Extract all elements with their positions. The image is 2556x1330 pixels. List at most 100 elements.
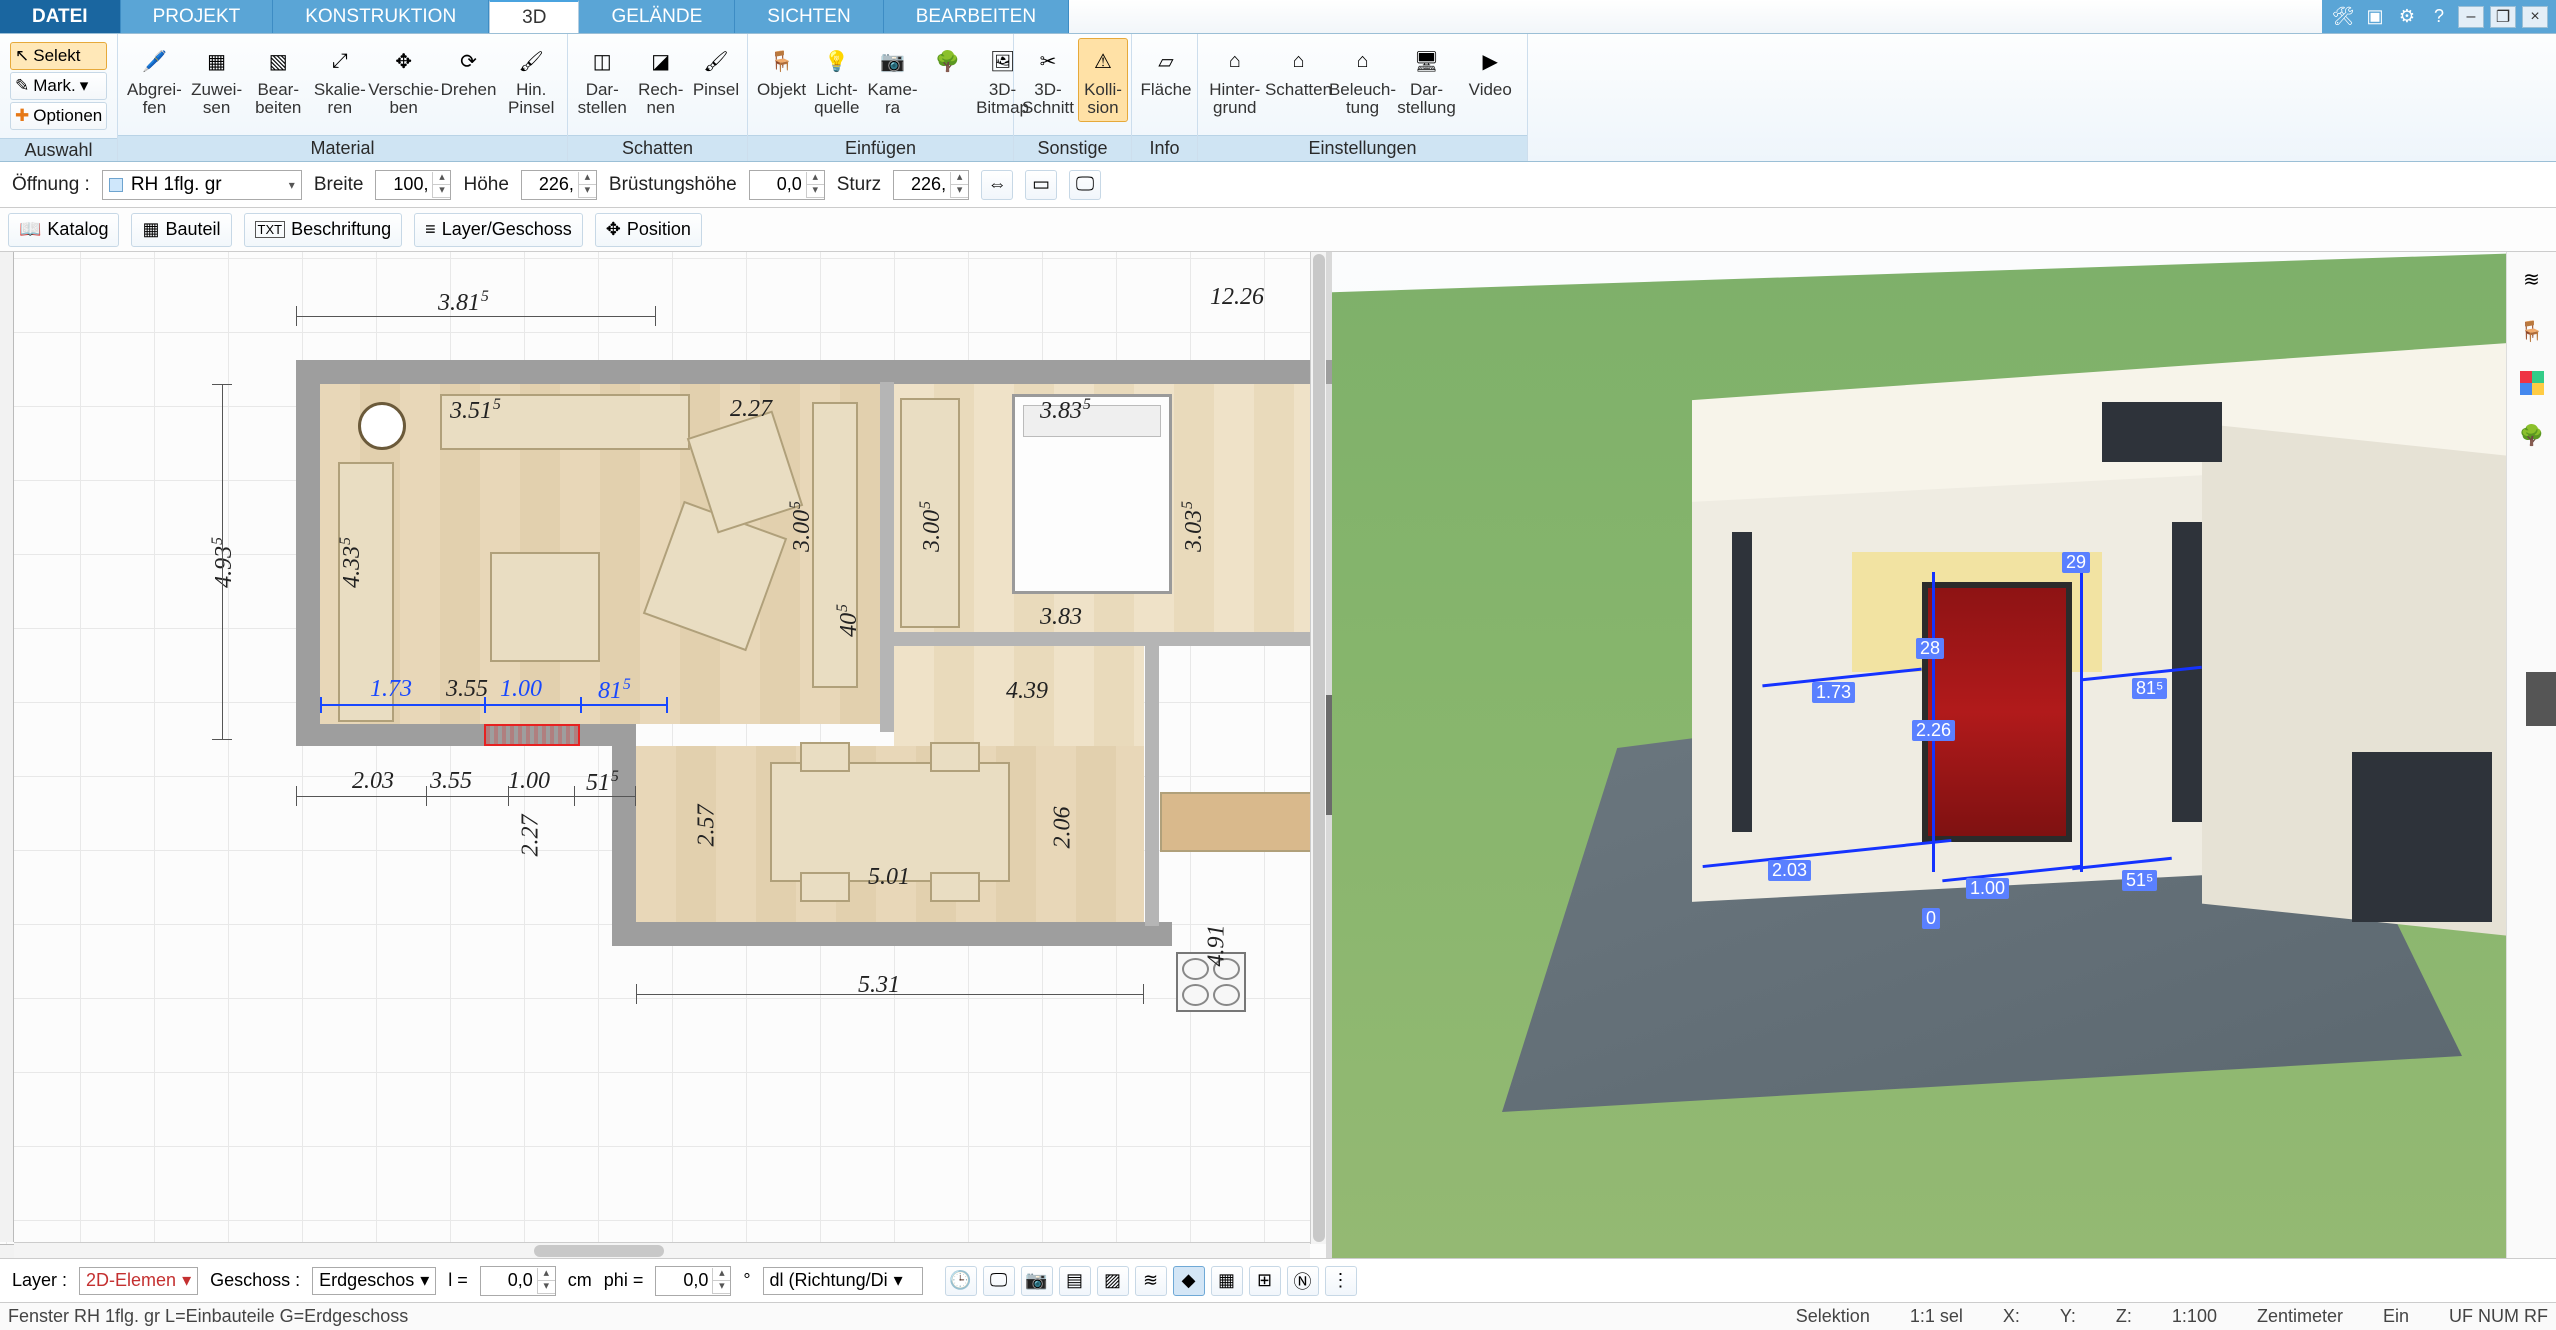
wire-icon[interactable]: ▦ xyxy=(1211,1266,1243,1296)
tab-datei[interactable]: DATEI xyxy=(0,0,121,33)
tools-icon[interactable]: 🛠 xyxy=(2330,4,2356,30)
material-drehen[interactable]: ⟳Drehen xyxy=(438,38,500,104)
stack-icon[interactable]: ▤ xyxy=(1059,1266,1091,1296)
clock-icon[interactable]: 🕒 xyxy=(945,1266,977,1296)
tab-sichten[interactable]: SICHTEN xyxy=(735,0,883,33)
monitor-icon[interactable]: 🖵 xyxy=(983,1266,1015,1296)
position-button[interactable]: ✥Position xyxy=(595,213,702,247)
box-icon[interactable]: ▣ xyxy=(2362,4,2388,30)
dl-select[interactable]: dl (Richtung/Di▾ xyxy=(763,1267,923,1295)
scrollbar-vertical[interactable] xyxy=(1310,252,1326,1244)
mirror-h-button[interactable]: ⇔ xyxy=(981,170,1013,200)
info-flaeche[interactable]: ▱Fläche xyxy=(1138,38,1194,104)
tab-projekt[interactable]: PROJEKT xyxy=(121,0,274,33)
right-slide-tab[interactable] xyxy=(2526,672,2556,726)
settings-beleuchtung[interactable]: ⌂Beleuch- tung xyxy=(1332,38,1394,122)
options-button[interactable]: ✚Optionen xyxy=(10,102,107,130)
shadow-pinsel[interactable]: 🖌Pinsel xyxy=(691,38,741,104)
selected-door[interactable] xyxy=(484,724,580,746)
phi-input[interactable] xyxy=(656,1268,712,1294)
insert-lichtquelle[interactable]: 💡Licht- quelle xyxy=(811,38,862,122)
layer-geschoss-button[interactable]: ≡Layer/Geschoss xyxy=(414,213,583,247)
insert-kamera[interactable]: 📷Kame- ra xyxy=(865,38,921,122)
breite-input[interactable] xyxy=(376,172,432,198)
dim-1-73: 1.73 xyxy=(370,676,412,703)
colors-panel-icon[interactable] xyxy=(2515,366,2549,400)
phi-spin[interactable]: ▴▾ xyxy=(655,1266,731,1296)
sonstige-3dschnitt[interactable]: ✂3D- Schnitt xyxy=(1020,38,1076,122)
material-abgreifen[interactable]: 🖊️Abgrei- fen xyxy=(124,38,185,122)
title-right-icons: 🛠 ▣ ⚙ ? – ❐ × xyxy=(2322,0,2556,33)
material-bearbeiten[interactable]: ▧Bear- beiten xyxy=(248,38,308,122)
north-icon[interactable]: Ⓝ xyxy=(1287,1266,1319,1296)
camera2-icon[interactable]: 📷 xyxy=(1021,1266,1053,1296)
view-3d-pane[interactable]: 2.03 1.00 51⁵ 1.73 81⁵ 2.26 29 28 0 ≋ 🪑 … xyxy=(1332,252,2556,1258)
material-zuweisen[interactable]: ▦Zuwei- sen xyxy=(187,38,247,122)
plan-2d-pane[interactable]: 3.81 12.26 xyxy=(0,252,1332,1258)
window-restore[interactable]: ❐ xyxy=(2490,6,2516,28)
insert-objekt[interactable]: 🪑Objekt xyxy=(754,38,809,104)
help-icon[interactable]: ? xyxy=(2426,4,2452,30)
geschoss-select[interactable]: Erdgeschos▾ xyxy=(312,1267,436,1295)
hatch-icon[interactable]: ▨ xyxy=(1097,1266,1129,1296)
tab-3d[interactable]: 3D xyxy=(489,0,579,33)
bruestung-spin[interactable]: ▴▾ xyxy=(749,170,825,200)
chair xyxy=(930,872,980,902)
settings-schatten[interactable]: ⌂Schatten xyxy=(1268,38,1330,104)
katalog-button[interactable]: 📖Katalog xyxy=(8,213,119,247)
settings-video[interactable]: ▶Video xyxy=(1460,38,1522,104)
material-skalieren[interactable]: ⤢Skalie- ren xyxy=(310,38,370,122)
gear-icon[interactable]: ⚙ xyxy=(2394,4,2420,30)
material-verschieben[interactable]: ✥Verschie- ben xyxy=(372,38,436,122)
select-button[interactable]: ↖Selekt xyxy=(10,42,107,70)
tree-icon: 🌳 xyxy=(926,43,970,79)
more-icon[interactable]: ⋮ xyxy=(1325,1266,1357,1296)
l-spin[interactable]: ▴▾ xyxy=(480,1266,556,1296)
oeffnung-combo[interactable]: RH 1flg. gr▾ xyxy=(102,170,302,200)
tab-gelaende[interactable]: GELÄNDE xyxy=(579,0,735,33)
bruestung-input[interactable] xyxy=(750,172,806,198)
layers2-icon[interactable]: ≋ xyxy=(1135,1266,1167,1296)
furniture-panel-icon[interactable]: 🪑 xyxy=(2515,314,2549,348)
material-hinpinsel[interactable]: 🖌Hin. Pinsel xyxy=(501,38,561,122)
bauteil-button[interactable]: ▦Bauteil xyxy=(131,213,231,247)
sturz-spin[interactable]: ▴▾ xyxy=(893,170,969,200)
breite-spin[interactable]: ▴▾ xyxy=(375,170,451,200)
grid-icon[interactable]: ⊞ xyxy=(1249,1266,1281,1296)
tree-panel-icon[interactable]: 🌳 xyxy=(2515,418,2549,452)
settings-hintergrund[interactable]: ⌂Hinter- grund xyxy=(1204,38,1266,122)
shadow-darstellen[interactable]: ◫Dar- stellen xyxy=(574,38,631,122)
lighting-house-icon: ⌂ xyxy=(1341,43,1385,79)
window-close[interactable]: × xyxy=(2522,6,2548,28)
lab3d-28: 28 xyxy=(1916,638,1944,659)
l-input[interactable] xyxy=(481,1268,537,1294)
insert-baum[interactable]: 🌳 xyxy=(923,38,973,86)
dim-4-91: 4.91 xyxy=(1204,925,1231,967)
chevron-down-icon: ▾ xyxy=(80,76,89,96)
shadow-rechnen[interactable]: ◪Rech- nen xyxy=(633,38,690,122)
tab-bearbeiten[interactable]: BEARBEITEN xyxy=(884,0,1069,33)
sturz-input[interactable] xyxy=(894,172,950,198)
layers-panel-icon[interactable]: ≋ xyxy=(2515,262,2549,296)
status-selcount: 1:1 sel xyxy=(1910,1306,1963,1327)
rect-button[interactable]: ▭ xyxy=(1025,170,1057,200)
window-minimize[interactable]: – xyxy=(2458,6,2484,28)
layer-select[interactable]: 2D-Elemen▾ xyxy=(79,1267,198,1295)
bulb-icon: 💡 xyxy=(815,43,859,79)
sonstige-kollision[interactable]: ⚠Kolli- sion xyxy=(1078,38,1128,122)
tab-konstruktion[interactable]: KONSTRUKTION xyxy=(273,0,489,33)
selected-door-3d[interactable] xyxy=(1922,582,2072,842)
monitor-button[interactable]: 🖵 xyxy=(1069,170,1101,200)
status-x: X: xyxy=(2003,1306,2020,1327)
hoehe-input[interactable] xyxy=(522,172,578,198)
mark-button[interactable]: ✎Mark.▾ xyxy=(10,72,107,100)
dim3d xyxy=(2080,552,2083,872)
settings-darstellung[interactable]: 🖥Dar- stellung xyxy=(1396,38,1458,122)
hoehe-spin[interactable]: ▴▾ xyxy=(521,170,597,200)
lab3d-0: 0 xyxy=(1922,908,1940,929)
bottom-control-bar: Layer : 2D-Elemen▾ Geschoss : Erdgeschos… xyxy=(0,1258,2556,1302)
scrollbar-horizontal[interactable] xyxy=(14,1242,1310,1258)
beschriftung-button[interactable]: TXTBeschriftung xyxy=(244,213,403,247)
solid-icon[interactable]: ◆ xyxy=(1173,1266,1205,1296)
area-icon: ▱ xyxy=(1144,43,1188,79)
